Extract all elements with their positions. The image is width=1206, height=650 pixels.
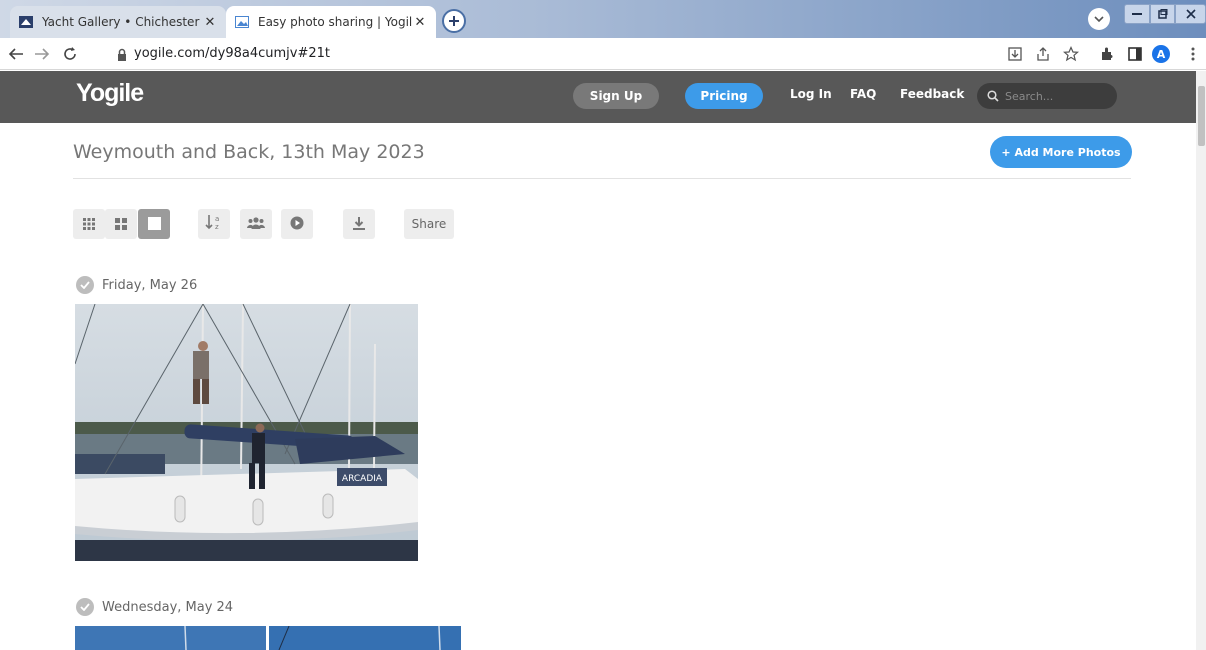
search-box — [977, 83, 1117, 109]
people-button[interactable] — [240, 209, 272, 239]
page-scrollbar[interactable] — [1196, 71, 1206, 650]
tab-title: Easy photo sharing | Yogile — [258, 15, 412, 29]
address-bar: yogile.com/dy98a4cumjv#21t A — [0, 38, 1206, 70]
date-label: Wednesday, May 24 — [102, 599, 234, 615]
install-app-icon[interactable] — [1006, 45, 1024, 63]
users-icon — [247, 215, 265, 234]
tab-title: Yacht Gallery • Chichester Yacht C — [42, 15, 202, 29]
date-group-header: Wednesday, May 24 — [76, 598, 233, 616]
sort-alpha-icon: az — [205, 214, 223, 234]
star-icon[interactable] — [1062, 45, 1080, 63]
yacht-photo[interactable]: ARCADIA — [75, 304, 418, 561]
signup-button[interactable]: Sign Up — [573, 83, 659, 109]
extensions-icon[interactable] — [1098, 45, 1116, 63]
tab-yacht-gallery[interactable]: Yacht Gallery • Chichester Yacht C ✕ — [10, 6, 226, 38]
divider — [73, 178, 1131, 179]
window-close-icon[interactable] — [1175, 4, 1206, 24]
play-circle-icon — [290, 215, 304, 234]
site-header: Yogile Sign Up Pricing Log In FAQ Feedba… — [0, 71, 1196, 123]
lock-icon[interactable] — [116, 47, 130, 61]
single-square-icon — [147, 215, 161, 234]
check-circle-icon[interactable] — [76, 276, 94, 294]
grid-small-icon — [83, 215, 95, 234]
chevron-down-icon[interactable] — [1088, 8, 1110, 30]
large-view-button[interactable] — [138, 209, 170, 239]
date-label: Friday, May 26 — [102, 277, 198, 293]
sort-button[interactable]: az — [198, 209, 230, 239]
photo-icon — [234, 14, 250, 30]
photo-thumbnail[interactable] — [75, 626, 266, 650]
forward-arrow-icon[interactable] — [32, 44, 52, 64]
tab-yogile[interactable]: Easy photo sharing | Yogile ✕ — [226, 6, 436, 38]
close-icon[interactable]: ✕ — [202, 14, 218, 30]
browser-tab-bar: Yacht Gallery • Chichester Yacht C ✕ Eas… — [0, 0, 1206, 38]
svg-text:z: z — [215, 223, 219, 230]
grid-medium-icon — [115, 215, 127, 234]
site-logo[interactable]: Yogile — [76, 79, 144, 108]
pricing-button[interactable]: Pricing — [685, 83, 763, 109]
small-grid-view-button[interactable] — [73, 209, 105, 239]
add-more-photos-button[interactable]: + Add More Photos — [990, 136, 1132, 168]
profile-avatar[interactable]: A — [1152, 45, 1170, 63]
photo-thumbnail[interactable] — [269, 626, 461, 650]
faq-link[interactable]: FAQ — [850, 87, 876, 101]
restore-icon[interactable] — [1150, 4, 1175, 24]
slideshow-button[interactable] — [281, 209, 313, 239]
new-tab-button[interactable] — [442, 9, 466, 33]
side-panel-icon[interactable] — [1126, 45, 1144, 63]
scrollbar-thumb[interactable] — [1198, 86, 1205, 146]
svg-text:a: a — [215, 215, 219, 223]
url-field[interactable]: yogile.com/dy98a4cumjv#21t — [134, 46, 330, 61]
medium-grid-view-button[interactable] — [105, 209, 137, 239]
more-menu-icon[interactable] — [1184, 45, 1202, 63]
minimize-icon[interactable] — [1124, 4, 1150, 24]
boat-name-label: ARCADIA — [342, 474, 383, 484]
search-icon — [987, 87, 999, 106]
download-button[interactable] — [343, 209, 375, 239]
search-input[interactable] — [1005, 89, 1105, 103]
yacht-flag-icon — [18, 14, 34, 30]
login-link[interactable]: Log In — [790, 87, 832, 101]
reload-icon[interactable] — [60, 44, 80, 64]
feedback-link[interactable]: Feedback — [900, 87, 964, 101]
share-button[interactable]: Share — [404, 209, 454, 239]
date-group-header: Friday, May 26 — [76, 276, 197, 294]
back-arrow-icon[interactable] — [6, 44, 26, 64]
check-circle-icon[interactable] — [76, 598, 94, 616]
share-icon[interactable] — [1034, 45, 1052, 63]
close-icon[interactable]: ✕ — [412, 14, 428, 30]
page-title: Weymouth and Back, 13th May 2023 — [73, 141, 425, 163]
download-icon — [352, 215, 366, 234]
